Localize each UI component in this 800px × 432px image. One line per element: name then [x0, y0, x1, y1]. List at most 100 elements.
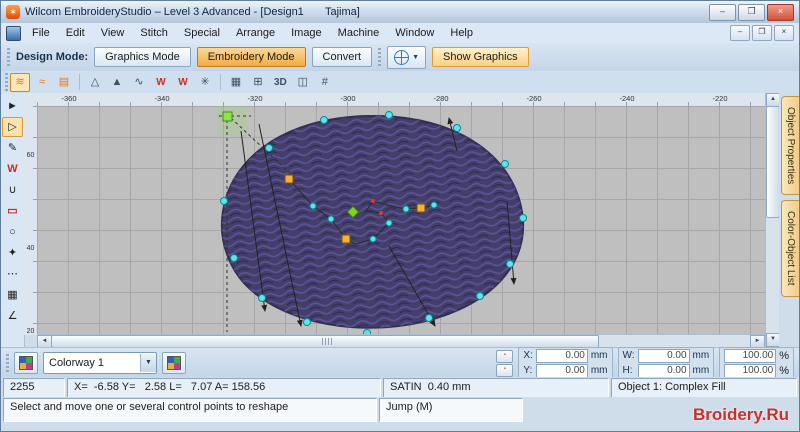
motif-run-icon[interactable]: ∿	[129, 73, 149, 92]
current-object-info: Object 1: Complex Fill	[611, 378, 797, 398]
menu-file[interactable]: File	[24, 25, 58, 41]
star-fill-icon[interactable]: ✳	[195, 73, 215, 92]
y-label: Y:	[523, 365, 533, 376]
toolbar-separator	[79, 74, 80, 90]
menu-help[interactable]: Help	[442, 25, 481, 41]
layout-icon[interactable]: #	[315, 73, 335, 92]
status-hint: Select and move one or several control p…	[3, 398, 377, 422]
rectangle-tool-icon[interactable]: ▭	[2, 201, 23, 221]
ellipse-tool-icon[interactable]: ○	[2, 222, 23, 242]
vertical-scroll-thumb[interactable]	[766, 106, 780, 218]
convert-button[interactable]: Convert	[311, 47, 373, 67]
satin-stitch-icon[interactable]: ≈	[32, 73, 52, 92]
scale-height-input[interactable]	[724, 363, 777, 378]
show-graphics-button[interactable]: Show Graphics	[432, 47, 529, 67]
menu-special[interactable]: Special	[176, 25, 228, 41]
horizontal-ruler: -360 -340 -320 -300 -280 -260 -240 -220	[37, 93, 765, 107]
toolbar-separator	[220, 74, 221, 90]
tab-color-object-list[interactable]: Color-Object List	[781, 200, 799, 297]
close-button[interactable]: ×	[767, 3, 794, 21]
mirror-icon[interactable]: ◫	[293, 73, 313, 92]
mdi-restore-button[interactable]: ❐	[752, 25, 772, 41]
h-label: H:	[622, 365, 633, 376]
colorway-select[interactable]: Colorway 1 ▼	[43, 352, 157, 374]
h-unit: mm	[692, 365, 710, 376]
left-toolbox: ► ▷ ✎ W ∪ ▭ ○ ✦ ⋯ ▦ ∠	[1, 93, 25, 347]
mode-toolbar: Design Mode: Graphics Mode Embroidery Mo…	[1, 43, 799, 72]
run-tool-icon[interactable]: ⋯	[2, 264, 23, 284]
menu-arrange[interactable]: Arrange	[228, 25, 283, 41]
window-title: Wilcom EmbroideryStudio – Level 3 Advanc…	[25, 6, 360, 18]
menu-view[interactable]: View	[93, 25, 133, 41]
ruler-tick: 40	[26, 245, 35, 252]
menu-stitch[interactable]: Stitch	[132, 25, 176, 41]
travel-mode: Jump (M)	[379, 398, 523, 422]
mdi-close-button[interactable]: ×	[774, 25, 794, 41]
ruler-tick: -340	[154, 94, 170, 103]
column-stitch-icon[interactable]: ▲	[107, 73, 127, 92]
menu-image[interactable]: Image	[283, 25, 330, 41]
measure-tool-icon[interactable]: ∠	[2, 306, 23, 326]
tatami-fill-icon[interactable]: ▤	[54, 73, 74, 92]
menu-window[interactable]: Window	[387, 25, 442, 41]
design-canvas[interactable]	[37, 106, 765, 335]
ruler-tick: 60	[26, 152, 35, 159]
x-input[interactable]	[535, 348, 588, 363]
select-tool-icon[interactable]: ►	[2, 96, 23, 116]
menu-edit[interactable]: Edit	[58, 25, 93, 41]
mdi-minimize-button[interactable]: –	[730, 25, 750, 41]
width-input[interactable]	[637, 348, 690, 363]
grid-fill-icon[interactable]: ▦	[226, 73, 246, 92]
minimize-button[interactable]: –	[709, 3, 736, 21]
chevron-down-icon: ▼	[412, 53, 420, 61]
pen-tool-icon[interactable]: ✎	[2, 138, 23, 158]
ruler-tick: -260	[526, 94, 542, 103]
position-group: X: mm Y: mm	[518, 346, 613, 380]
scroll-down-icon[interactable]: ▼	[766, 333, 780, 347]
array-icon[interactable]: ⊞	[248, 73, 268, 92]
scale-lock-top-button[interactable]: ▪	[496, 349, 514, 363]
app-icon: ✶	[6, 5, 20, 19]
reshape-tool-icon[interactable]: ▷	[2, 117, 23, 137]
colorway-editor-button[interactable]	[14, 352, 38, 374]
scroll-up-icon[interactable]: ▲	[766, 93, 780, 107]
3d-view-button[interactable]: 3D	[270, 77, 291, 88]
ruler-corner	[24, 93, 38, 107]
grid-tool-icon[interactable]: ▦	[2, 285, 23, 305]
star-tool-icon[interactable]: ✦	[2, 243, 23, 263]
percent-label: %	[779, 349, 789, 362]
thread-colors-button[interactable]	[162, 352, 186, 374]
scale-width-input[interactable]	[724, 348, 777, 363]
flexi-split-icon[interactable]: W	[151, 73, 171, 92]
pointer-position: X= -6.58 Y= 2.58 L= 7.07 A= 158.56	[67, 378, 381, 398]
menu-machine[interactable]: Machine	[330, 25, 388, 41]
bottom-toolbar: Colorway 1 ▼ ▪ ▪ X: mm Y: mm W: mm H: mm	[1, 346, 799, 380]
restore-button[interactable]: ❐	[738, 3, 765, 21]
embroidery-object[interactable]	[37, 106, 765, 335]
height-input[interactable]	[637, 363, 690, 378]
toolbar-grip	[5, 73, 8, 91]
run-stitch-icon[interactable]: ≋	[10, 72, 30, 92]
stitch-toolbar: ≋ ≈ ▤ △ ▲ ∿ W W ✳ ▦ ⊞ 3D ◫ #	[1, 71, 799, 94]
x-unit: mm	[590, 350, 608, 361]
freehand-tool-icon[interactable]: ∪	[2, 180, 23, 200]
workspace: ► ▷ ✎ W ∪ ▭ ○ ✦ ⋯ ▦ ∠ -360 -340 -320 -30…	[1, 93, 799, 348]
contour-stitch-icon[interactable]: △	[85, 73, 105, 92]
tab-object-properties[interactable]: Object Properties	[781, 96, 799, 196]
percent-label: %	[779, 364, 789, 377]
hint-bar: Select and move one or several control p…	[1, 397, 799, 431]
vertical-ruler: 60 40 20	[24, 106, 38, 335]
vertical-scrollbar[interactable]: ▲ ▼	[765, 93, 780, 347]
graphics-mode-button[interactable]: Graphics Mode	[94, 47, 191, 67]
ruler-tick: -360	[61, 94, 77, 103]
embroidery-mode-button[interactable]: Embroidery Mode	[196, 47, 306, 67]
w-unit: mm	[692, 350, 710, 361]
y-input[interactable]	[535, 363, 588, 378]
horizontal-scrollbar[interactable]: ◄ ►	[37, 334, 765, 348]
design-mode-label: Design Mode:	[16, 51, 89, 63]
chevron-down-icon[interactable]: ▼	[140, 354, 156, 372]
lettering-tool-icon[interactable]: W	[2, 159, 23, 179]
scale-lock-bottom-button[interactable]: ▪	[496, 363, 514, 377]
program-split-icon[interactable]: W	[173, 73, 193, 92]
hoop-globe-button[interactable]: ▼	[387, 45, 427, 69]
